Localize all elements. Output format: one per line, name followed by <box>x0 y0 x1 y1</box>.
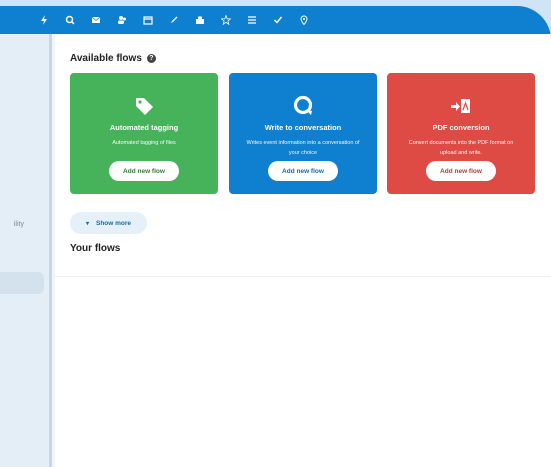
flow-card-description: Convert documents into the PDF format on… <box>408 140 514 156</box>
show-more-button[interactable]: ▾ Show more <box>70 212 147 234</box>
flow-card-title: PDF conversion <box>432 123 490 132</box>
flow-card-pdf-conversion: PDF conversion Convert documents into th… <box>387 73 535 194</box>
your-flows-heading: Your flows <box>70 243 121 254</box>
sidebar-item-active[interactable] <box>0 272 44 294</box>
flow-card-write-to-conversation: Write to conversation Writes event infor… <box>229 73 377 194</box>
available-flows-title: Available flows <box>70 53 142 64</box>
flow-card-description: Automated tagging of files <box>112 140 176 146</box>
calendar-icon[interactable] <box>138 6 158 34</box>
screen: ility Available flows ? Automated taggin… <box>0 0 551 467</box>
flow-card-title: Automated tagging <box>109 123 179 132</box>
add-new-flow-button[interactable]: Add new flow <box>109 161 179 181</box>
flow-card-automated-tagging: Automated tagging Automated tagging of f… <box>70 73 218 194</box>
contacts-icon[interactable] <box>112 6 132 34</box>
talk-icon <box>229 83 377 117</box>
chevron-down-icon: ▾ <box>85 220 89 227</box>
sidebar-item-label[interactable]: ility <box>0 221 40 228</box>
star-icon[interactable] <box>216 6 236 34</box>
pencil-icon[interactable] <box>164 6 184 34</box>
mail-icon[interactable] <box>86 6 106 34</box>
available-flows-heading: Available flows ? <box>70 53 156 64</box>
files-icon[interactable] <box>190 6 210 34</box>
check-icon[interactable] <box>268 6 288 34</box>
flow-card-title: Write to conversation <box>264 123 342 132</box>
show-more-label: Show more <box>95 219 132 227</box>
pdf-icon <box>387 83 535 117</box>
add-new-flow-button[interactable]: Add new flow <box>426 161 496 181</box>
search-icon[interactable] <box>60 6 80 34</box>
help-icon[interactable]: ? <box>146 54 156 63</box>
add-new-flow-button[interactable]: Add new flow <box>268 161 338 181</box>
app-window: ility Available flows ? Automated taggin… <box>0 6 551 467</box>
list-icon[interactable] <box>242 6 262 34</box>
lightning-icon[interactable] <box>34 6 54 34</box>
top-app-bar <box>0 6 551 34</box>
location-icon[interactable] <box>294 6 314 34</box>
tag-icon <box>70 83 218 117</box>
settings-sidebar: ility <box>0 34 52 467</box>
flow-card-description: Writes event information into a conversa… <box>246 140 360 156</box>
flows-panel: Available flows ? Automated tagging Auto… <box>55 34 551 467</box>
divider <box>55 276 551 277</box>
